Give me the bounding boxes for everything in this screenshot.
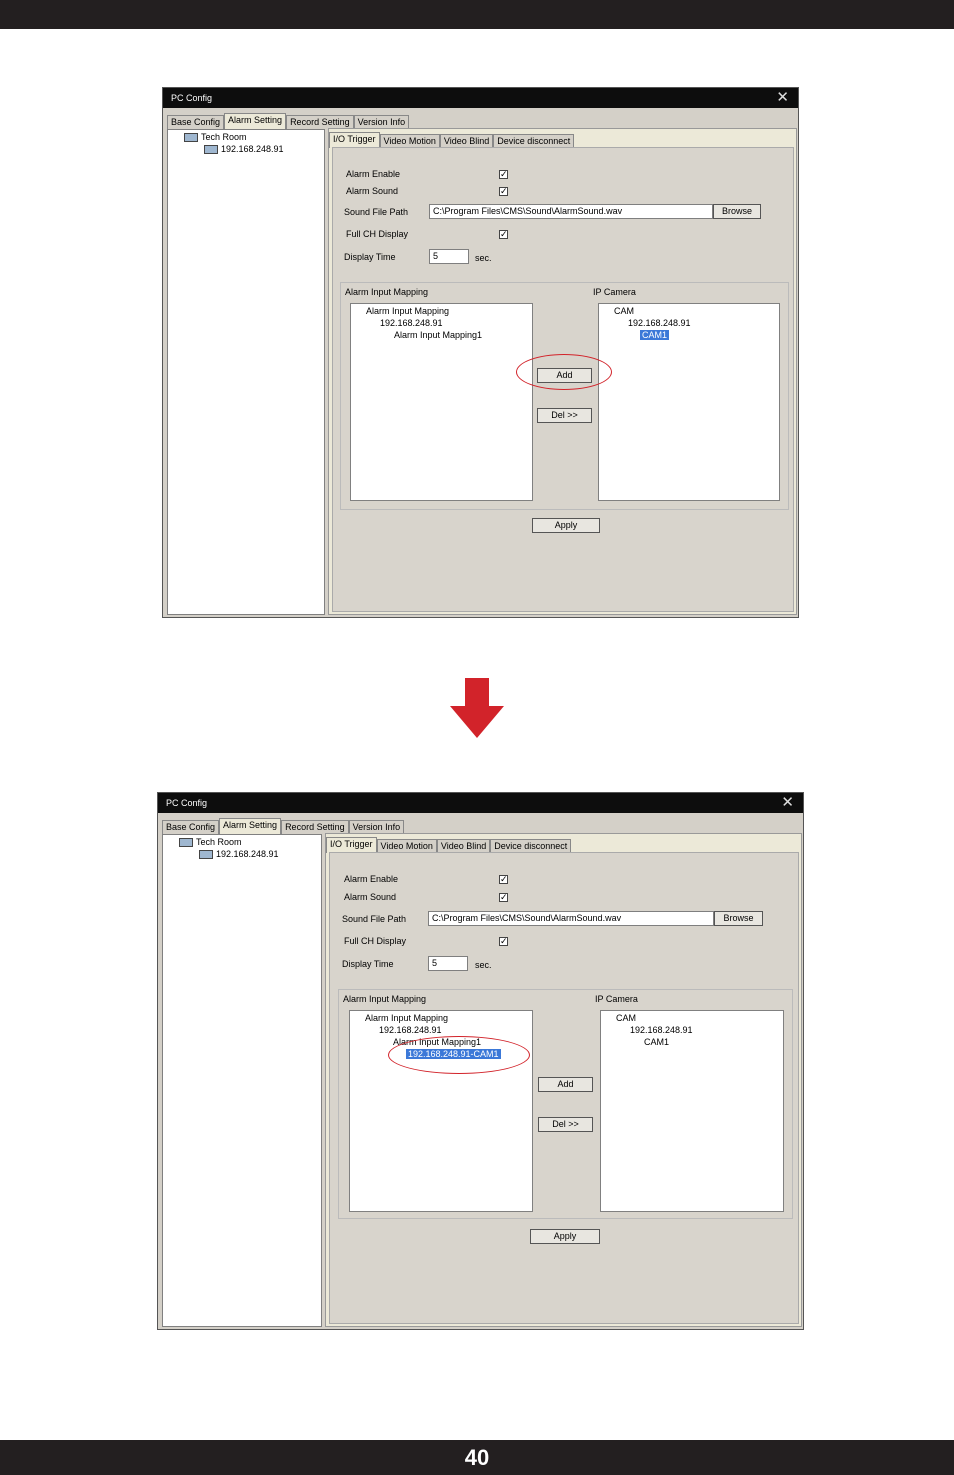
- alarm-sound-checkbox[interactable]: ✓: [499, 187, 508, 196]
- tree-node[interactable]: CAM1: [644, 1037, 669, 1047]
- sound-file-path-input[interactable]: C:\Program Files\CMS\Sound\AlarmSound.wa…: [429, 204, 713, 219]
- tab-alarm-setting[interactable]: Alarm Setting: [219, 818, 282, 834]
- alarm-enable-label: Alarm Enable: [346, 169, 401, 179]
- tab-device-disconnect[interactable]: Device disconnect: [490, 839, 572, 853]
- alarm-input-mapping-tree[interactable]: Alarm Input Mapping 192.168.248.91 Alarm…: [350, 303, 533, 501]
- tab-video-motion[interactable]: Video Motion: [379, 134, 440, 148]
- display-time-input[interactable]: 5: [429, 249, 469, 264]
- display-time-label: Display Time: [342, 959, 394, 969]
- top-bar: [0, 0, 954, 29]
- alarm-sound-label: Alarm Sound: [346, 186, 399, 196]
- alarm-enable-checkbox[interactable]: ✓: [499, 170, 508, 179]
- display-time-input[interactable]: 5: [428, 956, 468, 971]
- title-bar: PC Config ✕: [163, 88, 798, 108]
- apply-button[interactable]: Apply: [530, 1229, 600, 1244]
- browse-button[interactable]: Browse: [713, 204, 761, 219]
- io-trigger-content: Alarm Enable ✓ Alarm Sound ✓ Sound File …: [329, 852, 799, 1324]
- folder-icon: [184, 133, 198, 143]
- tab-version-info[interactable]: Version Info: [353, 115, 410, 129]
- highlight-circle: [388, 1036, 530, 1074]
- tree-item-tech-room[interactable]: Tech Room: [179, 837, 242, 848]
- ip-camera-title: IP Camera: [595, 994, 638, 1004]
- tree-node[interactable]: 192.168.248.91: [628, 318, 691, 328]
- tab-record-setting[interactable]: Record Setting: [286, 115, 354, 129]
- alarm-input-mapping-title: Alarm Input Mapping: [343, 994, 427, 1004]
- tab-record-setting[interactable]: Record Setting: [281, 820, 349, 834]
- tab-base-config[interactable]: Base Config: [167, 115, 225, 129]
- tab-video-blind[interactable]: Video Blind: [439, 134, 494, 148]
- highlight-circle: [516, 354, 612, 390]
- tree-node[interactable]: 192.168.248.91: [379, 1025, 442, 1035]
- tree-node[interactable]: Alarm Input Mapping: [365, 1013, 448, 1023]
- sound-file-path-label: Sound File Path: [342, 914, 407, 924]
- device-tree: Tech Room 192.168.248.91: [162, 834, 322, 1327]
- alarm-sound-checkbox[interactable]: ✓: [499, 893, 508, 902]
- settings-panel: I/O Trigger Video Motion Video Blind Device…: [325, 833, 802, 1327]
- tab-version-info[interactable]: Version Info: [348, 820, 405, 834]
- window-title: PC Config: [166, 798, 208, 808]
- apply-button[interactable]: Apply: [532, 518, 600, 533]
- page-number: 40: [0, 1440, 954, 1475]
- sec-label: sec.: [475, 960, 492, 970]
- alarm-sound-label: Alarm Sound: [344, 892, 397, 902]
- del-button[interactable]: Del >>: [537, 408, 592, 423]
- sub-tabs: I/O Trigger Video Motion Video Blind Device…: [329, 132, 575, 148]
- tree-node-selected[interactable]: CAM1: [640, 330, 670, 340]
- full-ch-display-label: Full CH Display: [346, 229, 409, 239]
- top-tabs: Base Config Alarm Setting Record Setting Ve…: [167, 113, 410, 129]
- mapping-group: Alarm Input Mapping IP Camera Alarm Inpu…: [340, 282, 789, 510]
- browse-button[interactable]: Browse: [714, 911, 763, 926]
- tree-item-tech-room[interactable]: Tech Room: [184, 132, 247, 143]
- tree-item-device[interactable]: 192.168.248.91: [204, 144, 284, 155]
- tree-node[interactable]: 192.168.248.91: [380, 318, 443, 328]
- device-tree: Tech Room 192.168.248.91: [167, 129, 325, 615]
- tree-node[interactable]: Alarm Input Mapping: [366, 306, 449, 316]
- tab-alarm-setting[interactable]: Alarm Setting: [224, 113, 287, 129]
- sub-tabs: I/O Trigger Video Motion Video Blind Device…: [326, 837, 572, 853]
- arrow-down-icon: [450, 678, 504, 738]
- tree-item-device[interactable]: 192.168.248.91: [199, 849, 279, 860]
- tab-device-disconnect[interactable]: Device disconnect: [493, 134, 575, 148]
- mapping-group: Alarm Input Mapping IP Camera Alarm Inpu…: [338, 989, 793, 1219]
- tab-video-motion[interactable]: Video Motion: [376, 839, 437, 853]
- add-button[interactable]: Add: [538, 1077, 593, 1092]
- device-icon: [199, 850, 213, 860]
- display-time-label: Display Time: [344, 252, 396, 262]
- window-title: PC Config: [171, 93, 213, 103]
- close-icon[interactable]: ✕: [781, 795, 794, 811]
- tree-node[interactable]: CAM: [616, 1013, 636, 1023]
- close-icon[interactable]: ✕: [776, 90, 789, 106]
- ip-camera-tree[interactable]: CAM 192.168.248.91 CAM1: [598, 303, 780, 501]
- ip-camera-tree[interactable]: CAM 192.168.248.91 CAM1: [600, 1010, 784, 1212]
- pc-config-window-after: PC Config ✕ Base Config Alarm Setting Reco…: [157, 792, 804, 1330]
- tree-node[interactable]: 192.168.248.91: [630, 1025, 693, 1035]
- alarm-enable-label: Alarm Enable: [344, 874, 399, 884]
- title-bar: PC Config ✕: [158, 793, 803, 813]
- sound-file-path-input[interactable]: C:\Program Files\CMS\Sound\AlarmSound.wa…: [428, 911, 714, 926]
- top-tabs: Base Config Alarm Setting Record Setting Ve…: [162, 818, 405, 834]
- tab-video-blind[interactable]: Video Blind: [436, 839, 491, 853]
- alarm-enable-checkbox[interactable]: ✓: [499, 875, 508, 884]
- tab-base-config[interactable]: Base Config: [162, 820, 220, 834]
- full-ch-display-label: Full CH Display: [344, 936, 407, 946]
- device-icon: [204, 145, 218, 155]
- folder-icon: [179, 838, 193, 848]
- del-button[interactable]: Del >>: [538, 1117, 593, 1132]
- tab-io-trigger[interactable]: I/O Trigger: [326, 837, 377, 853]
- full-ch-display-checkbox[interactable]: ✓: [499, 937, 508, 946]
- tree-node[interactable]: Alarm Input Mapping1: [394, 330, 482, 340]
- pc-config-window-before: PC Config ✕ Base Config Alarm Setting Reco…: [162, 87, 799, 618]
- sec-label: sec.: [475, 253, 492, 263]
- full-ch-display-checkbox[interactable]: ✓: [499, 230, 508, 239]
- sound-file-path-label: Sound File Path: [344, 207, 409, 217]
- ip-camera-title: IP Camera: [593, 287, 636, 297]
- tree-node[interactable]: CAM: [614, 306, 634, 316]
- alarm-input-mapping-title: Alarm Input Mapping: [345, 287, 429, 297]
- tab-io-trigger[interactable]: I/O Trigger: [329, 132, 380, 148]
